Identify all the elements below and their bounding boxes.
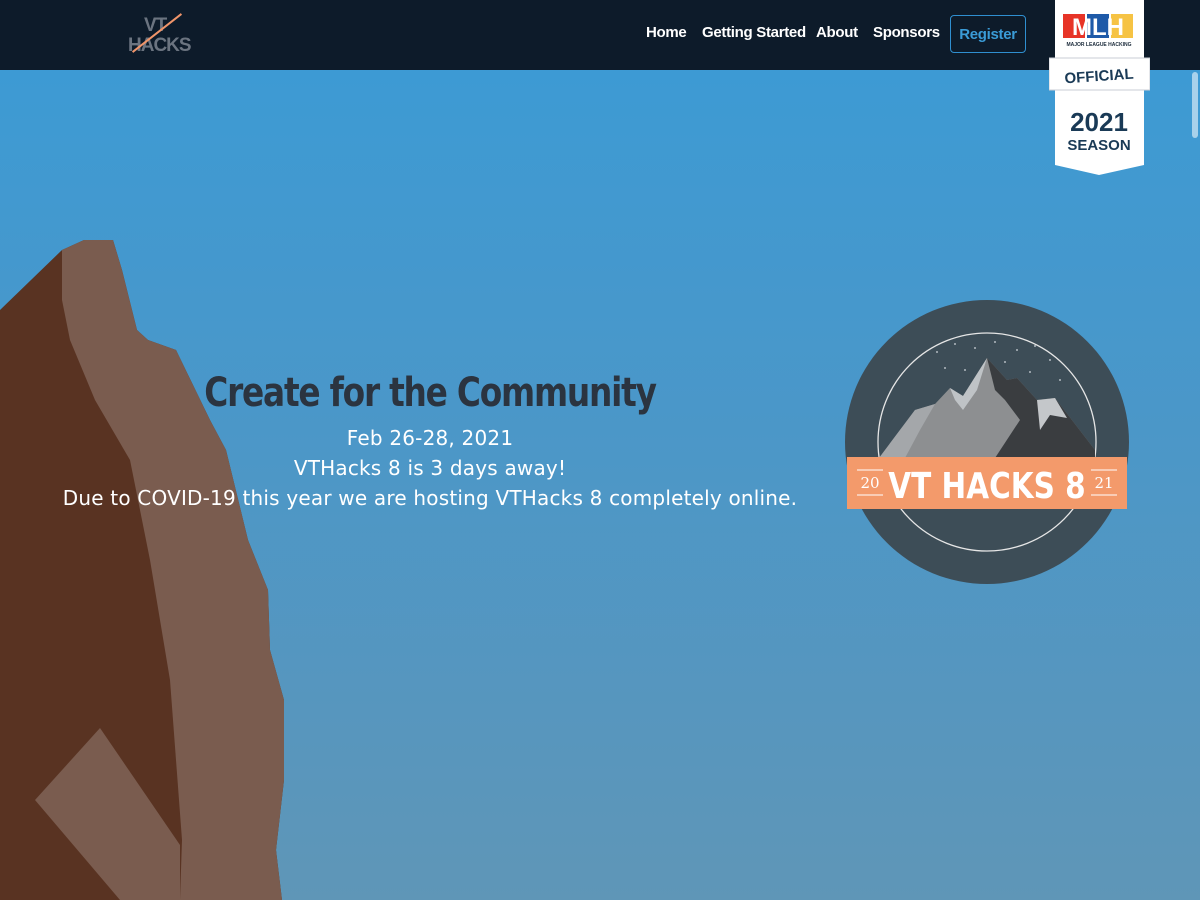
emblem-year-left: 20 — [860, 474, 879, 492]
mlh-year-text: 2021 — [1070, 107, 1128, 137]
event-date: Feb 26-28, 2021 — [346, 426, 514, 450]
countdown-text: VTHacks 8 is 3 days away! — [293, 456, 567, 480]
mlh-brand-subtext: MAJOR LEAGUE HACKING — [1066, 42, 1131, 48]
nav-link-about[interactable]: About — [816, 24, 858, 41]
hero-title: Create for the Community — [204, 370, 657, 416]
top-navbar: VT HACKS Home Getting Started About Spon… — [0, 0, 1200, 70]
rock-cliff-illustration — [0, 240, 284, 900]
nav-link-sponsors[interactable]: Sponsors — [873, 24, 940, 41]
page-scrollbar[interactable] — [1192, 72, 1198, 138]
nav-link-home[interactable]: Home — [646, 24, 687, 41]
mlh-season-badge[interactable]: MLH MAJOR LEAGUE HACKING OFFICIAL 2021 S… — [1049, 0, 1150, 178]
emblem-year-right: 21 — [1094, 474, 1113, 492]
register-button[interactable]: Register — [950, 15, 1026, 53]
mlh-brand-text: MLH — [1072, 14, 1124, 41]
mlh-season-text: SEASON — [1067, 137, 1130, 154]
covid-notice: Due to COVID-19 this year we are hosting… — [62, 486, 798, 510]
emblem-title: VT HACKS 8 — [888, 464, 1085, 507]
vthacks-logo[interactable]: VT HACKS — [128, 13, 192, 58]
vthacks-8-emblem: 20 21 VT HACKS 8 — [845, 300, 1129, 584]
nav-link-getting-started[interactable]: Getting Started — [702, 24, 806, 41]
